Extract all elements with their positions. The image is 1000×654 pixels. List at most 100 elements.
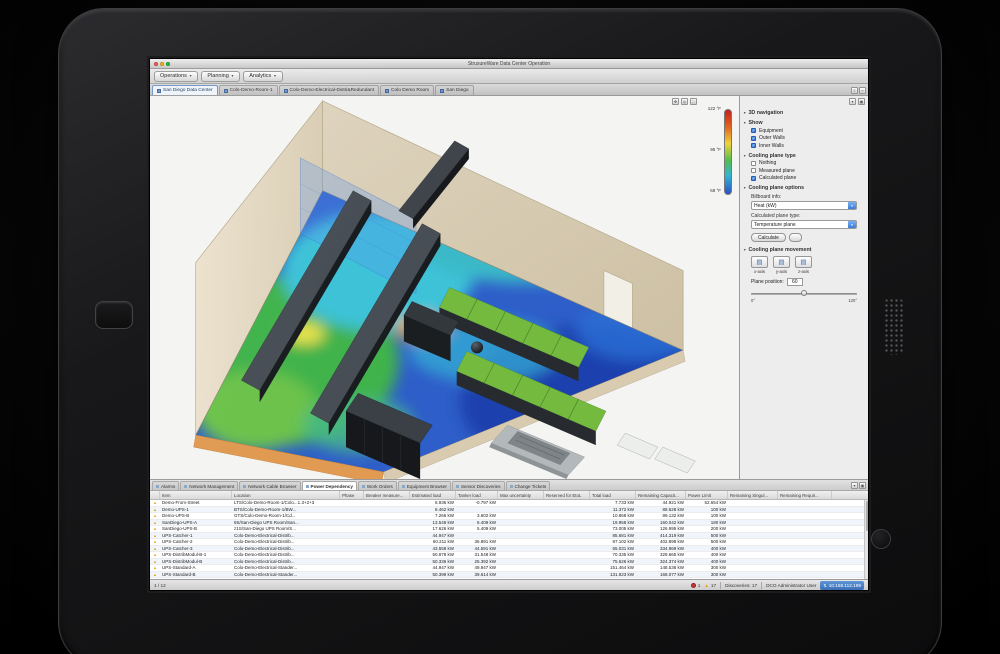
plane-position-input[interactable]: 60 <box>786 278 803 286</box>
tablet-side-button[interactable] <box>95 301 133 329</box>
cell-tanker-load: 49.947 kW <box>474 565 496 570</box>
plane-position-slider[interactable] <box>751 290 857 297</box>
minimize-window-icon[interactable] <box>160 61 164 66</box>
cell-tanker-load: 44.591 kW <box>474 545 496 551</box>
cell-remaining-capacity: 168.077 kW <box>659 571 684 577</box>
cell-tanker-load: 36.891 kW <box>474 539 496 544</box>
document-tab[interactable]: Colo-Demo-Electrical-Distri&Redundant <box>278 85 380 95</box>
warning-icon: ▲ <box>153 520 157 525</box>
document-tab[interactable]: Colo Demo Room <box>380 85 435 95</box>
cell-power-limit: 400 kW <box>710 552 726 557</box>
column-header[interactable]: Max uncertainty <box>498 491 544 499</box>
plane-type-option[interactable]: Measured plane <box>743 166 865 174</box>
3d-navigation-header[interactable]: ▼ 3D navigation <box>743 110 865 116</box>
column-header[interactable]: Breaker measure... <box>364 491 410 499</box>
calc-plane-type-select[interactable]: Temperature plane ▾ <box>751 220 857 229</box>
cell-phase <box>340 539 364 545</box>
slider-thumb[interactable] <box>801 290 807 296</box>
cell-remaining-capacity: 44.921 kW <box>662 500 684 505</box>
column-header[interactable]: Estimated load <box>410 491 456 499</box>
bottom-tab[interactable]: Power Dependency <box>301 481 357 490</box>
calculate-button[interactable]: Calculate <box>751 233 786 242</box>
table-row[interactable]: ▲ UPS-Standard-B Colo-Demo-Electrical-St… <box>150 571 864 578</box>
cell-reserved <box>544 520 590 526</box>
3d-room-view[interactable] <box>150 96 739 479</box>
column-header[interactable]: Remaining Requir... <box>778 491 832 499</box>
app-section-button[interactable]: Analytics ▼ <box>243 70 283 82</box>
warning-icon: ▲ <box>704 582 709 588</box>
cell-location: z1S/San-Diego UPS Room/S... <box>234 526 297 531</box>
app-section-button[interactable]: Operations ▼ <box>154 70 199 82</box>
aux-button[interactable] <box>788 233 802 242</box>
cell-remaining-singul <box>728 559 778 565</box>
application-window: StruxureWare Data Center Operation Opera… <box>149 58 869 591</box>
show-checkbox-option[interactable]: Equipment <box>743 126 865 134</box>
bottom-tab[interactable]: Sensor Discoveries <box>451 481 505 490</box>
bottom-tab[interactable]: Network Cable Browser <box>239 481 301 490</box>
bottom-tab[interactable]: Equipment Browser <box>397 481 451 490</box>
panel-maximize-icon[interactable]: ▣ <box>859 482 866 489</box>
show-checkbox-option[interactable]: Outer Walls <box>743 134 865 141</box>
billboard-info-select[interactable]: Heat (kW) ▾ <box>751 201 857 210</box>
pan-icon[interactable]: ✥ <box>672 98 679 105</box>
table-scrollbar[interactable] <box>864 500 868 579</box>
tab-list-icon[interactable]: ≡ <box>851 87 858 94</box>
bottom-tab[interactable]: Change Tickets <box>505 481 551 490</box>
column-header[interactable]: Remaining Singul... <box>728 491 778 499</box>
sensor-sphere[interactable] <box>470 341 484 354</box>
plane-type-option[interactable]: Nothing <box>743 159 865 166</box>
document-tab[interactable]: Colo-Demo-Room-1 <box>218 85 278 95</box>
cell-remaining-capacity: 126.995 kW <box>659 526 684 531</box>
fit-view-icon[interactable]: ⛶ <box>690 98 697 105</box>
column-header[interactable]: Tanker load <box>456 491 498 499</box>
window-titlebar[interactable]: StruxureWare Data Center Operation <box>150 59 868 69</box>
discoveries-status[interactable]: Discoveries: 17 <box>725 583 757 588</box>
plane-type-option[interactable]: Calculated plane <box>743 174 865 181</box>
bottom-tab[interactable]: Network Management <box>180 481 239 490</box>
cooling-plane-type-options: Nothing Measured plane Calculated plane <box>743 159 865 181</box>
document-tab[interactable]: San Diego Data Center <box>152 85 218 95</box>
column-header[interactable]: Total load <box>590 491 636 499</box>
server-address-chip[interactable]: ⇅ 10.168.112.199 <box>820 580 864 590</box>
document-tab[interactable]: San Diego <box>435 85 474 95</box>
checkbox-icon <box>751 160 756 166</box>
cell-breaker <box>364 546 410 552</box>
rotate-icon[interactable]: ◎ <box>681 98 688 105</box>
column-header[interactable]: Item <box>160 491 232 499</box>
tablet-round-button[interactable] <box>871 529 891 549</box>
chevron-down-icon: ▼ <box>743 153 747 158</box>
plane-position-row: Plane position: 60 <box>743 274 865 286</box>
panel-collapse-icon[interactable]: ▾ <box>851 482 858 489</box>
close-window-icon[interactable] <box>154 61 158 66</box>
tab-overflow-icon[interactable]: » <box>859 87 866 94</box>
plane-axis-button[interactable]: ▤ x-axis <box>751 256 768 274</box>
column-header[interactable]: Power Limit <box>686 491 728 499</box>
app-section-button[interactable]: Planning ▼ <box>201 70 241 82</box>
zoom-window-icon[interactable] <box>166 61 170 66</box>
cell-remaining-singul <box>728 572 778 578</box>
checkbox-icon <box>751 128 756 133</box>
checkbox-icon <box>751 175 756 181</box>
column-header[interactable]: Reserved for EtoL <box>544 491 590 499</box>
bottom-tab[interactable]: Alarms <box>152 481 180 490</box>
column-header[interactable]: Location <box>232 491 340 499</box>
panel-collapse-icon[interactable]: ▾ <box>849 98 856 105</box>
cell-remaining-required <box>778 500 832 506</box>
show-checkbox-option[interactable]: Inner Walls <box>743 141 865 149</box>
warning-count[interactable]: ▲ 17 <box>704 583 716 588</box>
cell-breaker <box>364 533 410 539</box>
column-header[interactable]: Remaining Capacit... <box>636 491 686 499</box>
plane-axis-button[interactable]: ▤ z-axis <box>795 256 812 274</box>
panel-maximize-icon[interactable]: ▣ <box>858 98 865 105</box>
bottom-tab-label: Power Dependency <box>310 483 353 489</box>
photo-background: StruxureWare Data Center Operation Opera… <box>0 0 1000 654</box>
document-tab-label: Colo-Demo-Electrical-Distri&Redundant <box>289 88 375 93</box>
bottom-tab[interactable]: Work Orders <box>357 481 397 490</box>
plane-axis-button[interactable]: ▤ y-axis <box>773 256 790 274</box>
column-header[interactable]: Phase <box>340 491 364 499</box>
scrollbar-thumb[interactable] <box>865 501 868 531</box>
cell-remaining-required <box>778 526 832 532</box>
cell-remaining-capacity: 160.042 kW <box>659 519 684 525</box>
3d-view[interactable]: ✥ ◎ ⛶ 122 °F 95 °F 68 °F <box>150 96 740 479</box>
alarm-count[interactable]: 1 <box>690 582 700 588</box>
